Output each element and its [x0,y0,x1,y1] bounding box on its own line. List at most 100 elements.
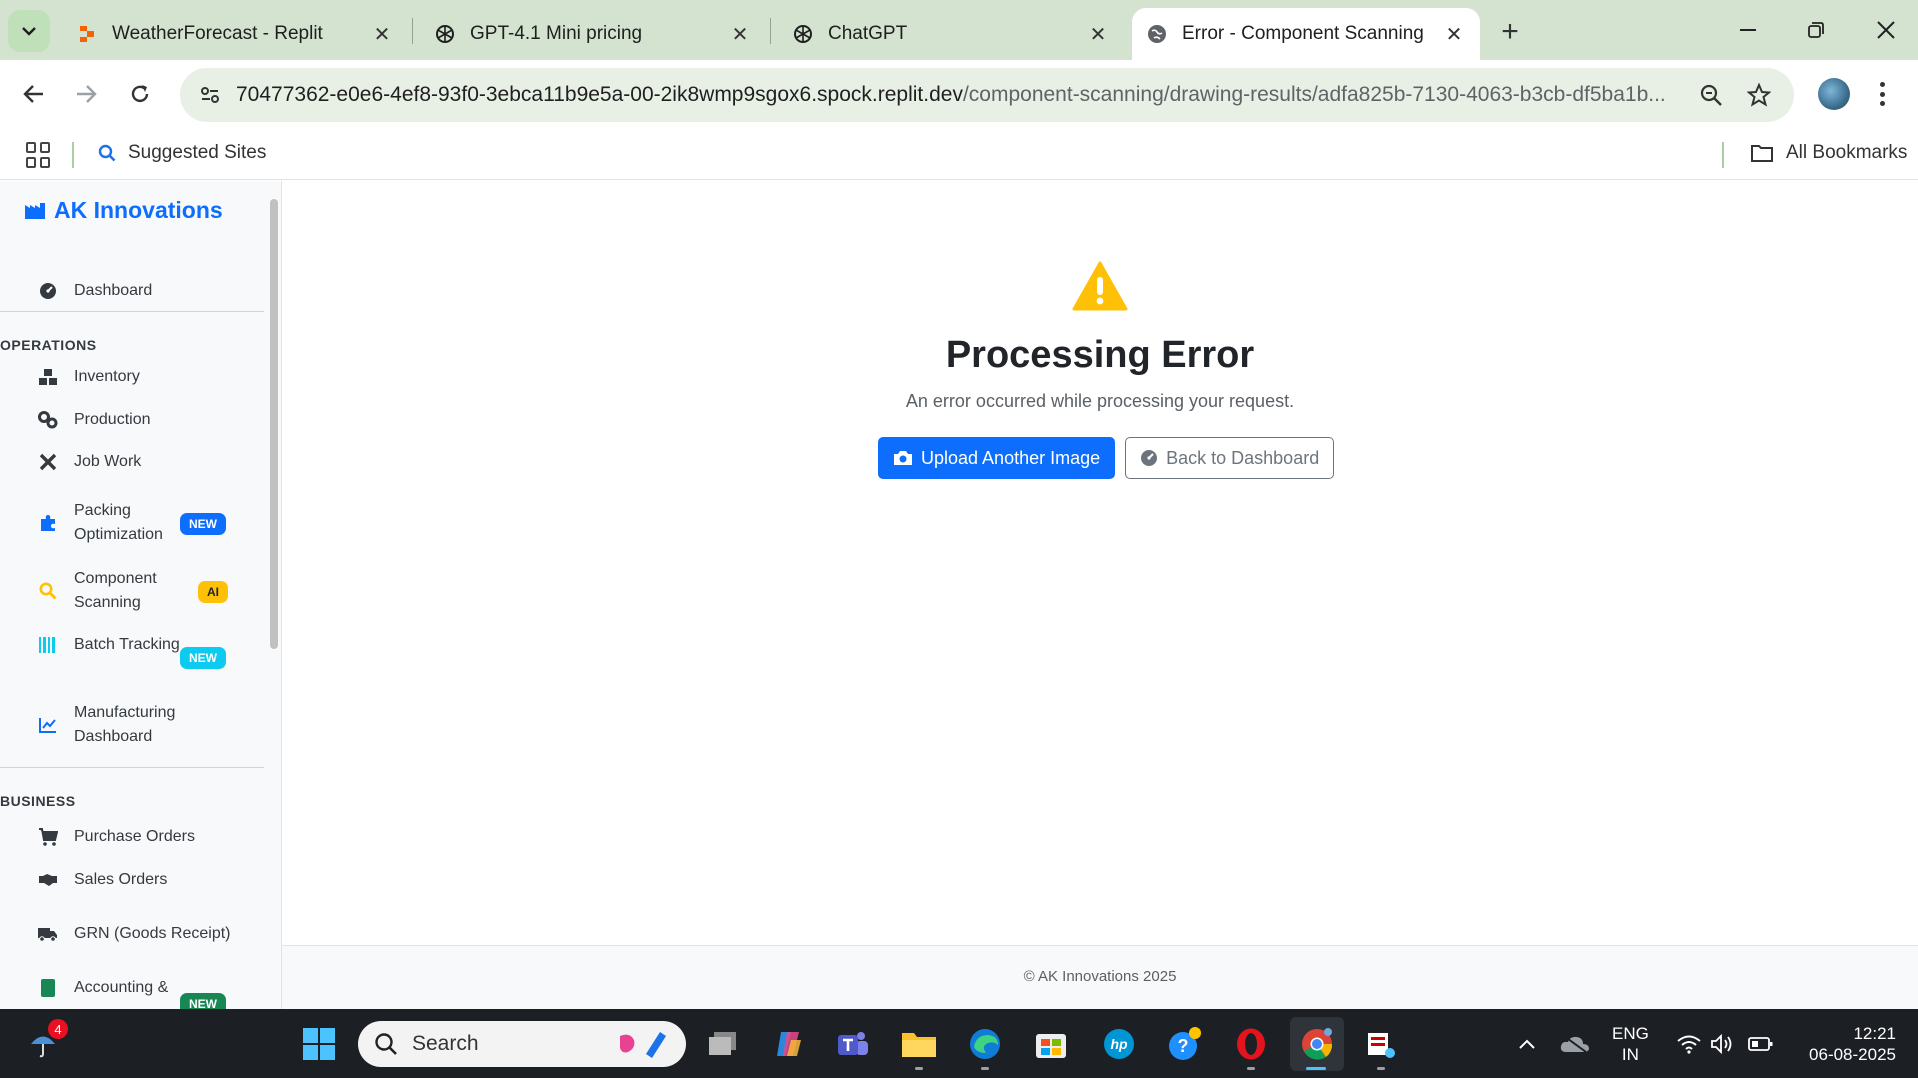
minimize-icon [1740,29,1756,31]
minimize-button[interactable] [1716,8,1780,52]
copyright-text: © AK Innovations 2025 [1023,968,1177,985]
restore-button[interactable] [1784,8,1848,52]
url-host: 70477362-e0e6-4ef8-93f0-3ebca11b9e5a-00-… [236,83,963,106]
scrollbar-thumb[interactable] [270,199,278,649]
close-window-button[interactable] [1854,8,1918,52]
bookmark-suggested-sites[interactable]: Suggested Sites [98,142,266,164]
back-to-dashboard-button[interactable]: Back to Dashboard [1125,437,1335,479]
tab-title: Error - Component Scanning [1182,23,1424,44]
brand-name: AK Innovations [54,197,223,223]
sidebar-item-inventory[interactable]: Inventory [38,365,140,389]
new-tab-button[interactable]: + [1492,14,1528,50]
bookmark-separator [1722,142,1724,168]
battery-icon[interactable] [1742,1025,1780,1063]
sidebar-item-manufacturing-dashboard[interactable]: Manufacturing Dashboard [38,701,204,749]
openai-icon [792,23,814,45]
tab-separator [412,18,413,44]
running-indicator [915,1067,923,1070]
bookmark-star-icon[interactable] [1744,80,1774,110]
warning-triangle-icon [1072,261,1128,311]
opera-icon[interactable] [1232,1025,1270,1063]
sidebar-item-accounting[interactable]: Accounting & [38,976,168,1000]
barcode-icon [38,635,58,655]
microsoft-store-icon[interactable] [1032,1025,1070,1063]
gears-icon [38,410,58,430]
wifi-icon[interactable] [1670,1025,1708,1063]
sidebar-item-label: Purchase Orders [74,828,195,845]
handshake-icon [38,870,58,890]
sidebar-item-production[interactable]: Production [38,408,151,432]
url-text[interactable]: 70477362-e0e6-4ef8-93f0-3ebca11b9e5a-00-… [236,83,1666,107]
error-actions: Upload Another Image Back to Dashboard [878,437,1335,479]
tab-search-button[interactable] [8,10,50,52]
tab-weatherforecast[interactable]: WeatherForecast - Replit ✕ [62,8,408,60]
upload-another-image-button[interactable]: Upload Another Image [878,437,1116,479]
sidebar-item-label: Sales Orders [74,871,168,888]
sidebar-scrollbar[interactable] [266,181,281,1009]
file-explorer-icon[interactable] [900,1025,938,1063]
replit-icon [76,23,98,45]
close-icon[interactable]: ✕ [1086,22,1110,46]
sidebar-item-component-scanning[interactable]: Component Scanning [38,567,184,615]
reload-icon [131,85,149,103]
gauge-icon [1141,450,1158,466]
running-indicator [1377,1067,1385,1070]
tab-gpt-pricing[interactable]: GPT-4.1 Mini pricing ✕ [420,8,766,60]
edge-icon[interactable] [966,1025,1004,1063]
arrow-left-icon [23,85,43,103]
cart-icon [38,827,58,847]
new-badge: NEW [180,647,226,669]
show-hidden-icons-chevron-up-icon[interactable] [1508,1025,1546,1063]
sidebar-item-batch-tracking[interactable]: Batch Tracking [38,633,184,657]
copilot-icon[interactable] [770,1025,808,1063]
tools-icon [38,452,58,472]
sidebar-item-label: GRN (Goods Receipt) [74,925,231,942]
close-icon[interactable]: ✕ [728,22,752,46]
search-highlight-icon [620,1032,666,1058]
volume-icon[interactable] [1704,1025,1742,1063]
profile-avatar[interactable] [1818,78,1850,110]
site-info-icon[interactable] [194,79,226,111]
teams-icon[interactable] [834,1025,872,1063]
address-bar[interactable]: 70477362-e0e6-4ef8-93f0-3ebca11b9e5a-00-… [180,68,1794,122]
sidebar-item-packing-optimization[interactable]: Packing Optimization [38,499,184,547]
factory-icon [25,202,45,219]
search-icon [375,1033,397,1055]
task-view-icon[interactable] [704,1025,742,1063]
tab-title: WeatherForecast - Replit [112,23,323,44]
tab-title: GPT-4.1 Mini pricing [470,23,643,44]
new-badge: NEW [180,513,226,535]
sidebar-item-label: Packing Optimization [74,502,163,543]
close-icon[interactable]: ✕ [370,22,394,46]
brand-logo[interactable]: AK Innovations [24,197,223,224]
sidebar-item-purchase-orders[interactable]: Purchase Orders [38,825,195,849]
tab-chatgpt[interactable]: ChatGPT ✕ [778,8,1124,60]
forward-button[interactable] [64,72,108,116]
sidebar-item-grn[interactable]: GRN (Goods Receipt) [38,922,231,946]
folder-icon [1751,145,1773,162]
input-language[interactable]: ENG IN [1612,1023,1649,1065]
apps-grid-icon[interactable] [26,142,52,168]
close-icon[interactable]: ✕ [1442,22,1466,46]
browser-menu-button[interactable] [1872,78,1892,110]
sidebar-item-dashboard[interactable]: Dashboard [38,279,152,303]
clock[interactable]: 12:21 06-08-2025 [1796,1023,1896,1065]
sidebar-item-sales-orders[interactable]: Sales Orders [38,868,167,892]
all-bookmarks-button[interactable]: All Bookmarks [1750,142,1907,164]
onedrive-cloud-icon[interactable] [1556,1025,1594,1063]
windows-start-button[interactable] [300,1025,338,1063]
chrome-icon[interactable] [1290,1017,1344,1071]
zoom-icon[interactable] [1696,80,1726,110]
sidebar-item-job-work[interactable]: Job Work [38,450,141,474]
search-icon [38,581,58,601]
snipping-tool-icon[interactable] [1362,1025,1400,1063]
back-button[interactable] [12,72,56,116]
taskbar-search[interactable]: Search [358,1021,686,1067]
hp-icon[interactable]: hp [1100,1025,1138,1063]
sidebar-divider [0,311,264,312]
tab-error-component-scanning[interactable]: Error - Component Scanning ✕ [1132,8,1480,60]
region-code: IN [1621,1045,1639,1064]
reload-button[interactable] [118,72,162,116]
help-icon[interactable]: ? [1166,1025,1204,1063]
truck-icon [38,924,58,944]
